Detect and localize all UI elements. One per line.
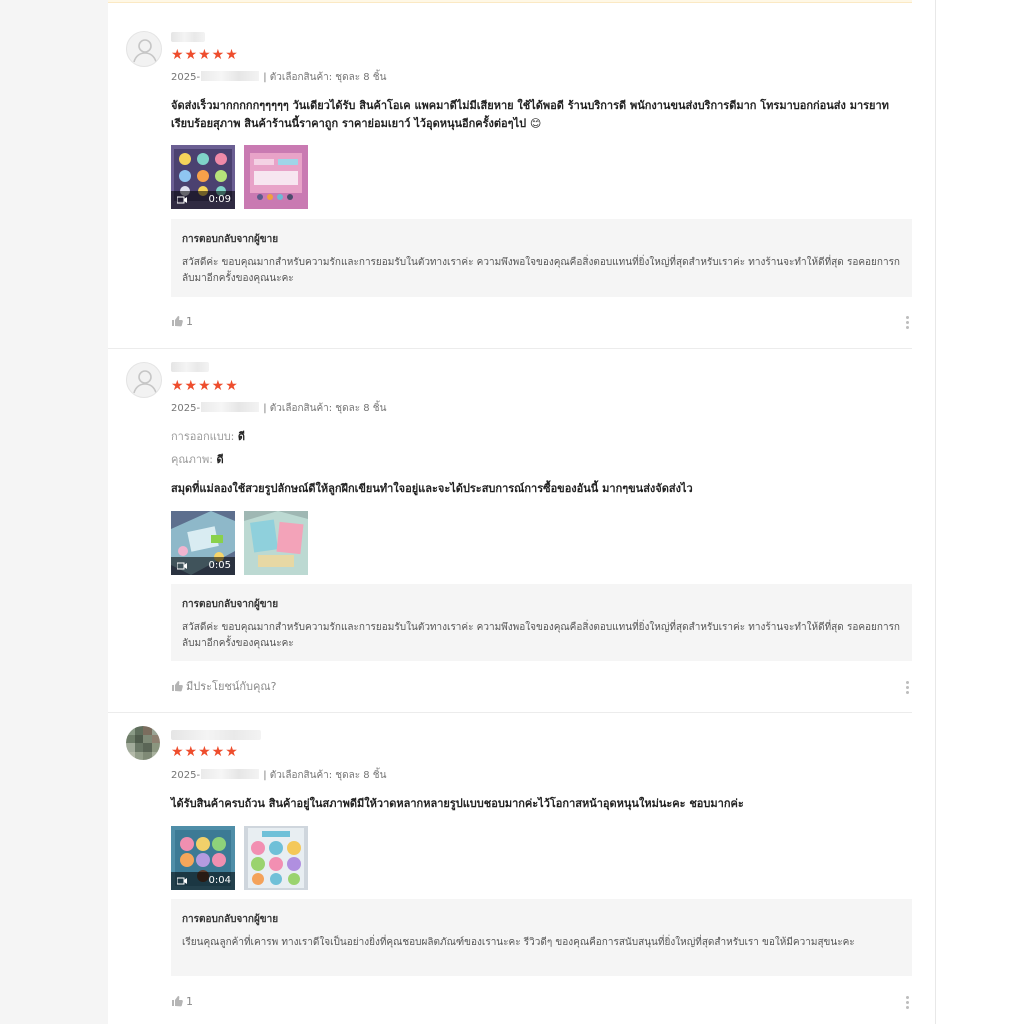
video-duration: 0:09 <box>208 194 231 205</box>
thumbs-up-icon <box>172 316 183 327</box>
date-blurred <box>201 769 260 779</box>
more-vertical-icon <box>906 681 910 694</box>
like-button[interactable]: 1 <box>171 315 193 329</box>
review-date: 2025- <box>171 72 201 83</box>
seller-reply-title: การตอบกลับจากผู้ขาย <box>182 234 279 245</box>
video-duration: 0:05 <box>208 560 231 571</box>
top-highlight-bar <box>108 0 912 3</box>
thumbs-up-icon <box>172 681 183 692</box>
like-count: 1 <box>186 315 193 328</box>
review-video-thumbnail[interactable]: 0:09 <box>171 145 235 209</box>
rating-stars: ★★★★★ <box>171 378 239 394</box>
video-camera-icon <box>177 877 187 885</box>
seller-reply: การตอบกลับจากผู้ขาย สวัสดีค่ะ ขอบคุณมากส… <box>171 219 912 297</box>
helpful-button[interactable]: มีประโยชน์กับคุณ? <box>171 680 276 694</box>
like-button[interactable]: 1 <box>171 995 193 1009</box>
more-options-button[interactable] <box>906 996 910 1011</box>
variation-label: | ตัวเลือกสินค้า: ชุดละ 8 ชิ้น <box>263 403 387 414</box>
variation-label: | ตัวเลือกสินค้า: ชุดละ 8 ชิ้น <box>263 770 387 781</box>
attribute-value: ดี <box>216 453 224 466</box>
review-photo-thumbnail[interactable] <box>244 145 308 209</box>
more-vertical-icon <box>906 996 910 1009</box>
attribute-quality: คุณภาพ: ดี <box>171 453 224 467</box>
video-camera-icon <box>177 562 187 570</box>
helpful-label: มีประโยชน์กับคุณ? <box>186 680 277 693</box>
video-duration-bar: 0:09 <box>171 191 235 209</box>
seller-reply-title: การตอบกลับจากผู้ขาย <box>182 599 279 610</box>
video-duration-bar: 0:05 <box>171 557 235 575</box>
avatar[interactable] <box>126 31 162 67</box>
review-divider <box>108 348 912 349</box>
review-date: 2025- <box>171 403 201 414</box>
seller-reply-title: การตอบกลับจากผู้ขาย <box>182 914 279 925</box>
rating-stars: ★★★★★ <box>171 744 239 760</box>
review-meta: 2025- | ตัวเลือกสินค้า: ชุดละ 8 ชิ้น <box>171 769 386 782</box>
username-blurred[interactable] <box>171 32 205 42</box>
seller-reply: การตอบกลับจากผู้ขาย เรียนคุณลูกค้าที่เคา… <box>171 899 912 976</box>
review-divider <box>108 712 912 713</box>
review-date: 2025- <box>171 770 201 781</box>
rating-stars: ★★★★★ <box>171 47 239 63</box>
date-blurred <box>201 402 260 412</box>
seller-reply-text: สวัสดีค่ะ ขอบคุณมากสำหรับความรักและการยอ… <box>182 257 900 284</box>
more-options-button[interactable] <box>906 681 910 696</box>
video-duration-bar: 0:04 <box>171 872 235 890</box>
review-photo-thumbnail[interactable] <box>244 511 308 575</box>
video-duration: 0:04 <box>208 875 231 886</box>
avatar[interactable] <box>126 726 160 760</box>
avatar[interactable] <box>126 362 162 398</box>
thumbnail-image <box>244 826 308 890</box>
attribute-label: คุณภาพ: <box>171 453 213 466</box>
attribute-value: ดี <box>237 430 246 443</box>
review-text: จัดส่งเร็วมากกกกกๆๆๆๆๆ วันเดียวได้รับ สิ… <box>171 99 889 130</box>
date-blurred <box>201 71 260 81</box>
review-video-thumbnail[interactable]: 0:04 <box>171 826 235 890</box>
review-text: ได้รับสินค้าครบถ้วน สินค้าอยู่ในสภาพดีมี… <box>171 797 744 810</box>
review-photo-thumbnail[interactable] <box>244 826 308 890</box>
attribute-design: การออกแบบ: ดี <box>171 430 245 444</box>
seller-reply-text: เรียนคุณลูกค้าที่เคารพ ทางเราดีใจเป็นอย่… <box>182 937 855 948</box>
reviews-page: ★★★★★ 2025- | ตัวเลือกสินค้า: ชุดละ 8 ชิ… <box>0 0 1024 1024</box>
like-count: 1 <box>186 995 193 1008</box>
video-camera-icon <box>177 196 187 204</box>
username-blurred[interactable] <box>171 362 209 372</box>
attribute-label: การออกแบบ: <box>171 430 235 443</box>
seller-reply-text: สวัสดีค่ะ ขอบคุณมากสำหรับความรักและการยอ… <box>182 622 900 649</box>
seller-reply: การตอบกลับจากผู้ขาย สวัสดีค่ะ ขอบคุณมากส… <box>171 584 912 661</box>
review-meta: 2025- | ตัวเลือกสินค้า: ชุดละ 8 ชิ้น <box>171 71 386 84</box>
review-meta: 2025- | ตัวเลือกสินค้า: ชุดละ 8 ชิ้น <box>171 402 386 415</box>
thumbnail-image <box>244 145 308 209</box>
more-options-button[interactable] <box>906 316 910 331</box>
review-text: สมุดที่แม่ลองใช้สวยรูปลักษณ์ดีให้ลูกฝึกเ… <box>171 482 693 495</box>
thumbs-up-icon <box>172 996 183 1007</box>
right-column <box>935 0 1024 1024</box>
username-blurred[interactable] <box>171 730 261 740</box>
variation-label: | ตัวเลือกสินค้า: ชุดละ 8 ชิ้น <box>263 72 387 83</box>
thumbnail-image <box>244 511 308 575</box>
review-video-thumbnail[interactable]: 0:05 <box>171 511 235 575</box>
more-vertical-icon <box>906 316 910 329</box>
